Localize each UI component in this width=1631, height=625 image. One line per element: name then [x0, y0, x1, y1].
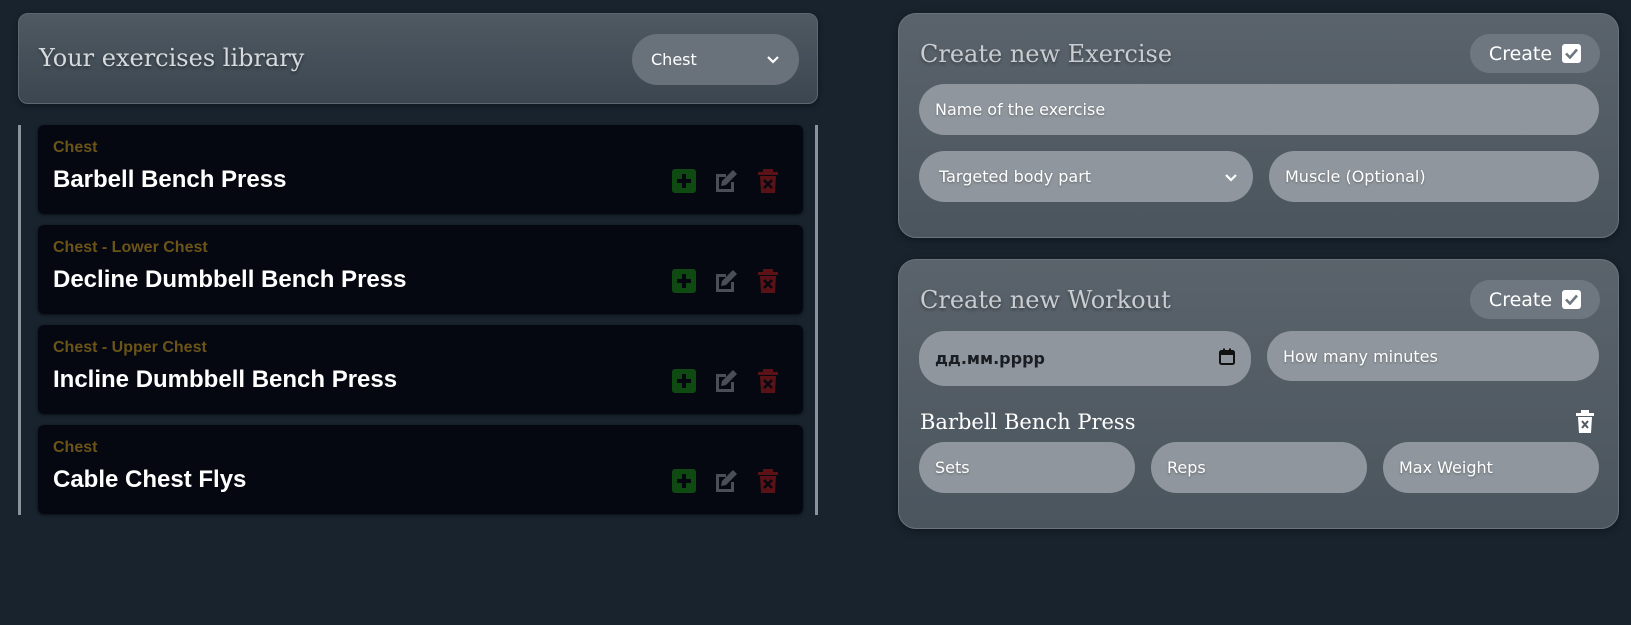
trash-x-icon[interactable]: [755, 368, 781, 394]
exercise-name: Cable Chest Flys: [53, 466, 247, 493]
exercise-name: Incline Dumbbell Bench Press: [53, 366, 398, 393]
workout-exercise-name: Barbell Bench Press: [920, 410, 1136, 434]
plus-square-icon[interactable]: [671, 268, 697, 294]
body-part-filter-select[interactable]: Chest: [632, 34, 799, 85]
edit-icon[interactable]: [713, 168, 739, 194]
create-exercise-button[interactable]: Create: [1470, 34, 1600, 73]
body-part-select[interactable]: Targeted body part: [919, 151, 1253, 202]
muscle-placeholder: Muscle (Optional): [1285, 167, 1426, 186]
exercise-list[interactable]: Chest Barbell Bench Press Chest - Lower …: [18, 125, 818, 515]
exercise-name-input[interactable]: Name of the exercise: [919, 84, 1599, 135]
exercise-card: Chest - Upper Chest Incline Dumbbell Ben…: [38, 325, 803, 414]
library-title: Your exercises library: [39, 44, 305, 72]
minutes-placeholder: How many minutes: [1283, 346, 1438, 366]
exercise-card: Chest Cable Chest Flys: [38, 425, 803, 514]
exercise-name-placeholder: Name of the exercise: [935, 100, 1106, 119]
trash-x-icon[interactable]: [755, 468, 781, 494]
create-workout-button[interactable]: Create: [1470, 280, 1600, 319]
calendar-icon[interactable]: [1219, 348, 1235, 369]
exercise-category: Chest - Lower Chest: [53, 239, 208, 256]
muscle-input[interactable]: Muscle (Optional): [1269, 151, 1599, 202]
exercise-name: Decline Dumbbell Bench Press: [53, 266, 407, 293]
sets-input[interactable]: Sets: [919, 442, 1135, 493]
exercise-category: Chest - Upper Chest: [53, 339, 207, 356]
date-placeholder: дд.мм.рррр: [935, 349, 1045, 368]
trash-x-icon[interactable]: [1574, 410, 1596, 434]
create-workout-title: Create new Workout: [920, 286, 1171, 314]
exercise-category: Chest: [53, 439, 98, 456]
create-workout-panel: Create new Workout Create дд.мм.рррр How…: [898, 259, 1619, 529]
max-weight-placeholder: Max Weight: [1399, 458, 1493, 477]
plus-square-icon[interactable]: [671, 468, 697, 494]
trash-x-icon[interactable]: [755, 268, 781, 294]
chevron-down-icon: [767, 53, 779, 67]
exercise-card: Chest - Lower Chest Decline Dumbbell Ben…: [38, 225, 803, 314]
reps-input[interactable]: Reps: [1151, 442, 1367, 493]
library-header: Your exercises library Chest: [18, 13, 818, 104]
edit-icon[interactable]: [713, 368, 739, 394]
create-exercise-label: Create: [1488, 42, 1553, 65]
plus-square-icon[interactable]: [671, 168, 697, 194]
workout-minutes-input[interactable]: How many minutes: [1267, 331, 1599, 381]
edit-icon[interactable]: [713, 468, 739, 494]
trash-x-icon[interactable]: [755, 168, 781, 194]
checkbox-icon: [1562, 44, 1582, 63]
create-exercise-panel: Create new Exercise Create Name of the e…: [898, 13, 1619, 238]
reps-placeholder: Reps: [1167, 458, 1206, 477]
plus-square-icon[interactable]: [671, 368, 697, 394]
workout-date-input[interactable]: дд.мм.рррр: [919, 331, 1251, 386]
exercise-category: Chest: [53, 139, 98, 156]
checkbox-icon: [1562, 290, 1582, 309]
body-part-placeholder: Targeted body part: [939, 167, 1092, 186]
filter-value: Chest: [651, 50, 697, 69]
exercise-name: Barbell Bench Press: [53, 166, 287, 193]
chevron-down-icon: [1225, 167, 1237, 186]
max-weight-input[interactable]: Max Weight: [1383, 442, 1599, 493]
edit-icon[interactable]: [713, 268, 739, 294]
create-workout-label: Create: [1488, 288, 1553, 311]
sets-placeholder: Sets: [935, 458, 970, 477]
create-exercise-title: Create new Exercise: [920, 40, 1173, 68]
exercise-card: Chest Barbell Bench Press: [38, 125, 803, 214]
